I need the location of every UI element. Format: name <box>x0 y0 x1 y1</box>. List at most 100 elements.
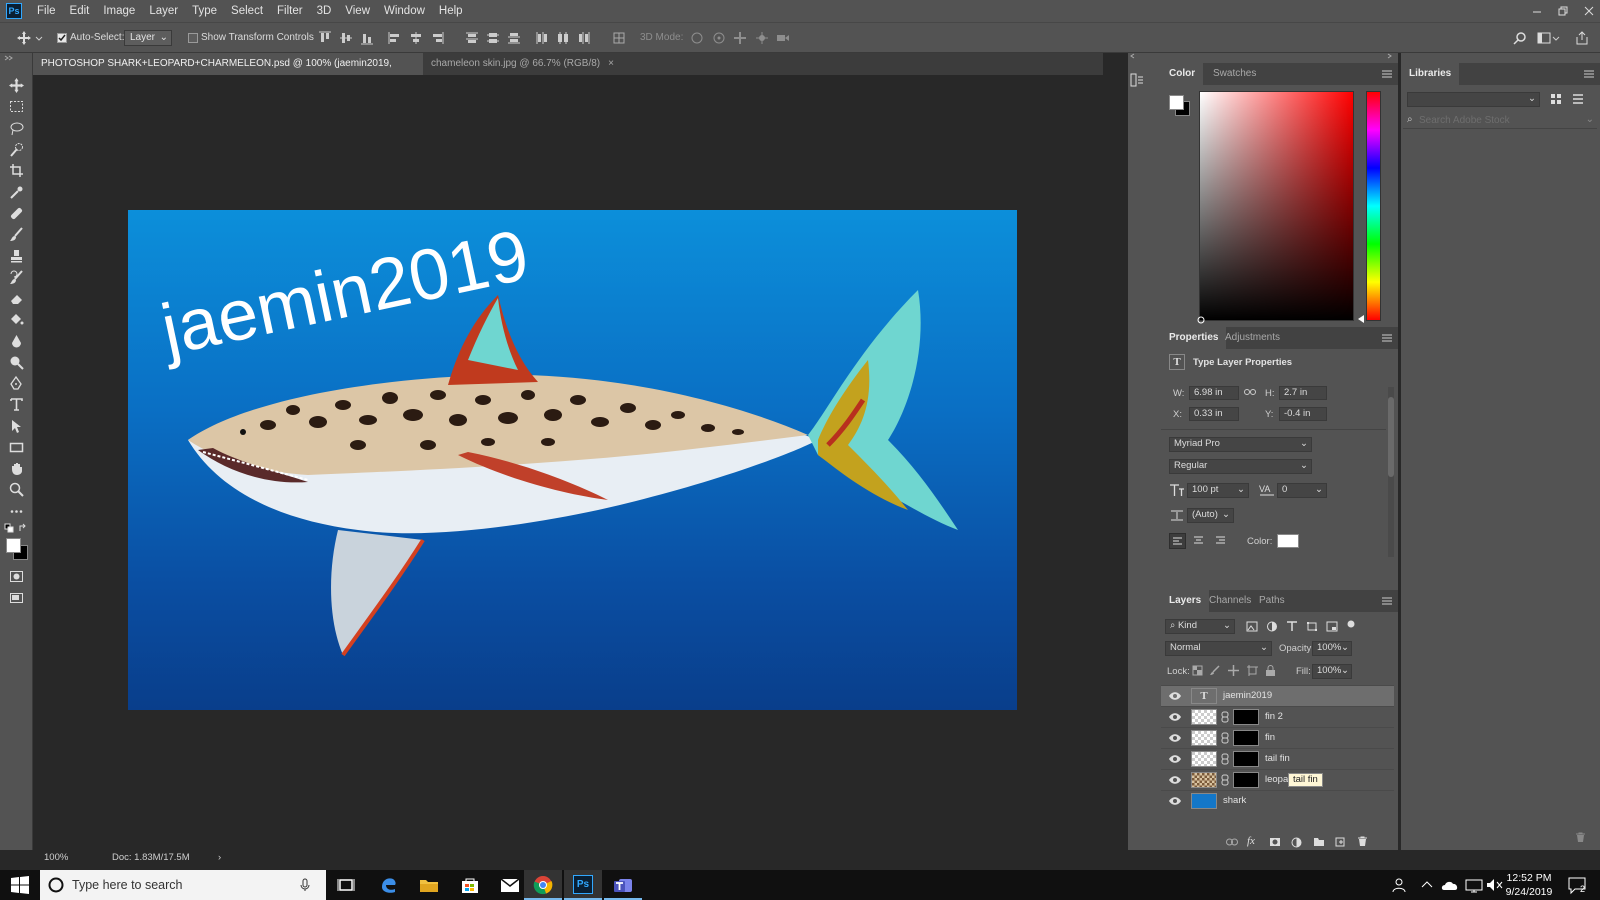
workspace-icon[interactable] <box>1537 31 1551 45</box>
scrollbar-thumb[interactable] <box>1388 397 1394 477</box>
windows-start-icon[interactable] <box>9 875 31 895</box>
opacity-field[interactable]: 100% ⌄ <box>1312 641 1352 656</box>
panel-menu-icon[interactable] <box>1382 70 1392 78</box>
menu-type[interactable]: Type <box>185 0 224 22</box>
distribute-top-icon[interactable] <box>465 31 479 45</box>
collapse-toolbar-icon[interactable] <box>4 55 14 61</box>
type-tool[interactable] <box>7 395 26 414</box>
dodge-tool[interactable] <box>7 353 26 372</box>
tab-swatches[interactable]: Swatches <box>1205 63 1264 85</box>
minimize-icon[interactable] <box>1532 6 1542 16</box>
visibility-eye-icon[interactable] <box>1169 733 1181 743</box>
3d-slide-icon[interactable] <box>755 31 769 45</box>
brush-tool[interactable] <box>7 225 26 244</box>
file-explorer-icon[interactable] <box>418 875 440 895</box>
panel-menu-icon[interactable] <box>1382 597 1392 605</box>
teams-taskbar-button[interactable] <box>604 870 642 900</box>
height-field[interactable]: 2.7 in <box>1279 386 1327 400</box>
visibility-eye-icon[interactable] <box>1169 754 1181 764</box>
layer-row[interactable]: fin <box>1161 727 1394 748</box>
document-tab-inactive[interactable]: chameleon skin.jpg @ 66.7% (RGB/8) × <box>423 53 622 75</box>
lock-position-icon[interactable] <box>1228 665 1239 676</box>
menu-3d[interactable]: 3D <box>310 0 339 22</box>
microphone-icon[interactable] <box>300 878 310 892</box>
layer-row[interactable]: leopard <box>1161 769 1394 790</box>
fill-field[interactable]: 100% ⌄ <box>1312 664 1352 679</box>
close-icon[interactable] <box>1584 6 1594 16</box>
link-proportions-icon[interactable] <box>1244 387 1256 397</box>
menu-window[interactable]: Window <box>377 0 432 22</box>
trash-icon[interactable] <box>1357 836 1368 847</box>
filter-type-icon[interactable] <box>1286 621 1298 632</box>
mail-icon[interactable] <box>499 875 521 895</box>
layer-name[interactable]: shark <box>1223 795 1246 806</box>
rectangle-tool[interactable] <box>7 438 26 457</box>
new-layer-icon[interactable] <box>1335 836 1346 847</box>
tab-adjustments[interactable]: Adjustments <box>1217 327 1288 349</box>
menu-layer[interactable]: Layer <box>142 0 185 22</box>
crop-tool[interactable] <box>7 161 26 180</box>
distribute-right-icon[interactable] <box>577 31 591 45</box>
color-panel-foreground[interactable] <box>1169 95 1184 110</box>
trash-icon[interactable] <box>1575 832 1586 843</box>
align-vcenter-icon[interactable] <box>339 31 353 45</box>
mask-link-icon[interactable] <box>1221 774 1229 786</box>
history-panel-icon[interactable] <box>1130 73 1144 87</box>
blur-tool[interactable] <box>7 332 26 351</box>
grid-view-icon[interactable] <box>1550 93 1562 105</box>
layer-mask-thumbnail[interactable] <box>1233 709 1259 725</box>
align-hcenter-icon[interactable] <box>409 31 423 45</box>
quick-mask-button[interactable] <box>7 567 26 586</box>
edge-browser-icon[interactable] <box>378 875 400 895</box>
menu-select[interactable]: Select <box>224 0 270 22</box>
menu-filter[interactable]: Filter <box>270 0 310 22</box>
zoom-tool[interactable] <box>7 480 26 499</box>
menu-file[interactable]: File <box>30 0 63 22</box>
align-left-icon[interactable] <box>388 31 402 45</box>
restore-icon[interactable] <box>1558 6 1568 16</box>
move-tool-icon[interactable] <box>17 31 31 45</box>
width-field[interactable]: 6.98 in <box>1189 386 1239 400</box>
marquee-tool[interactable] <box>7 97 26 116</box>
layer-filter-select[interactable]: ⌕ Kind ⌄ <box>1165 619 1235 634</box>
tab-libraries[interactable]: Libraries <box>1401 63 1460 85</box>
screen-mode-button[interactable] <box>7 589 26 608</box>
zoom-level[interactable]: 100% <box>44 852 68 863</box>
hue-slider-handle[interactable] <box>1358 315 1364 323</box>
stock-search-input[interactable]: ⌕ Search Adobe Stock ⌄ <box>1403 113 1597 129</box>
document-canvas[interactable]: jaemin2019 <box>128 210 1017 710</box>
hand-tool[interactable] <box>7 459 26 478</box>
panel-menu-icon[interactable] <box>1382 334 1392 342</box>
align-right-text-button[interactable] <box>1213 533 1230 549</box>
hue-slider[interactable] <box>1366 91 1381 321</box>
lasso-tool[interactable] <box>7 119 26 138</box>
layer-row[interactable]: shark <box>1161 790 1394 811</box>
layer-name[interactable]: jaemin2019 <box>1223 690 1272 701</box>
healing-brush-tool[interactable] <box>7 204 26 223</box>
y-field[interactable]: -0.4 in <box>1279 407 1327 421</box>
workspace-chevron-icon[interactable] <box>1552 31 1560 45</box>
network-icon[interactable] <box>1463 875 1485 895</box>
menu-edit[interactable]: Edit <box>63 0 97 22</box>
status-menu-arrow[interactable]: › <box>218 852 221 863</box>
history-brush-tool[interactable] <box>7 268 26 287</box>
text-color-swatch[interactable] <box>1277 534 1299 548</box>
layer-mask-thumbnail[interactable] <box>1233 772 1259 788</box>
layer-name[interactable]: tail fin <box>1265 753 1290 764</box>
tab-paths[interactable]: Paths <box>1251 590 1293 612</box>
visibility-eye-icon[interactable] <box>1169 775 1181 785</box>
store-icon[interactable] <box>459 875 481 895</box>
lock-artboard-icon[interactable] <box>1247 665 1258 676</box>
taskbar-search[interactable]: Type here to search <box>40 870 326 900</box>
distribute-hcenter-icon[interactable] <box>556 31 570 45</box>
font-size-field[interactable]: 100 pt ⌄ <box>1187 483 1249 498</box>
mask-link-icon[interactable] <box>1221 732 1229 744</box>
layer-row[interactable]: tail fin <box>1161 748 1394 769</box>
chrome-taskbar-button[interactable] <box>524 870 562 900</box>
fx-icon[interactable]: fx <box>1247 835 1255 847</box>
stamp-tool[interactable] <box>7 247 26 266</box>
eyedropper-tool[interactable] <box>7 183 26 202</box>
auto-align-icon[interactable] <box>612 31 626 45</box>
photoshop-taskbar-button[interactable]: Ps <box>564 870 602 900</box>
taskbar-clock-time[interactable]: 12:52 PM <box>1505 872 1553 884</box>
